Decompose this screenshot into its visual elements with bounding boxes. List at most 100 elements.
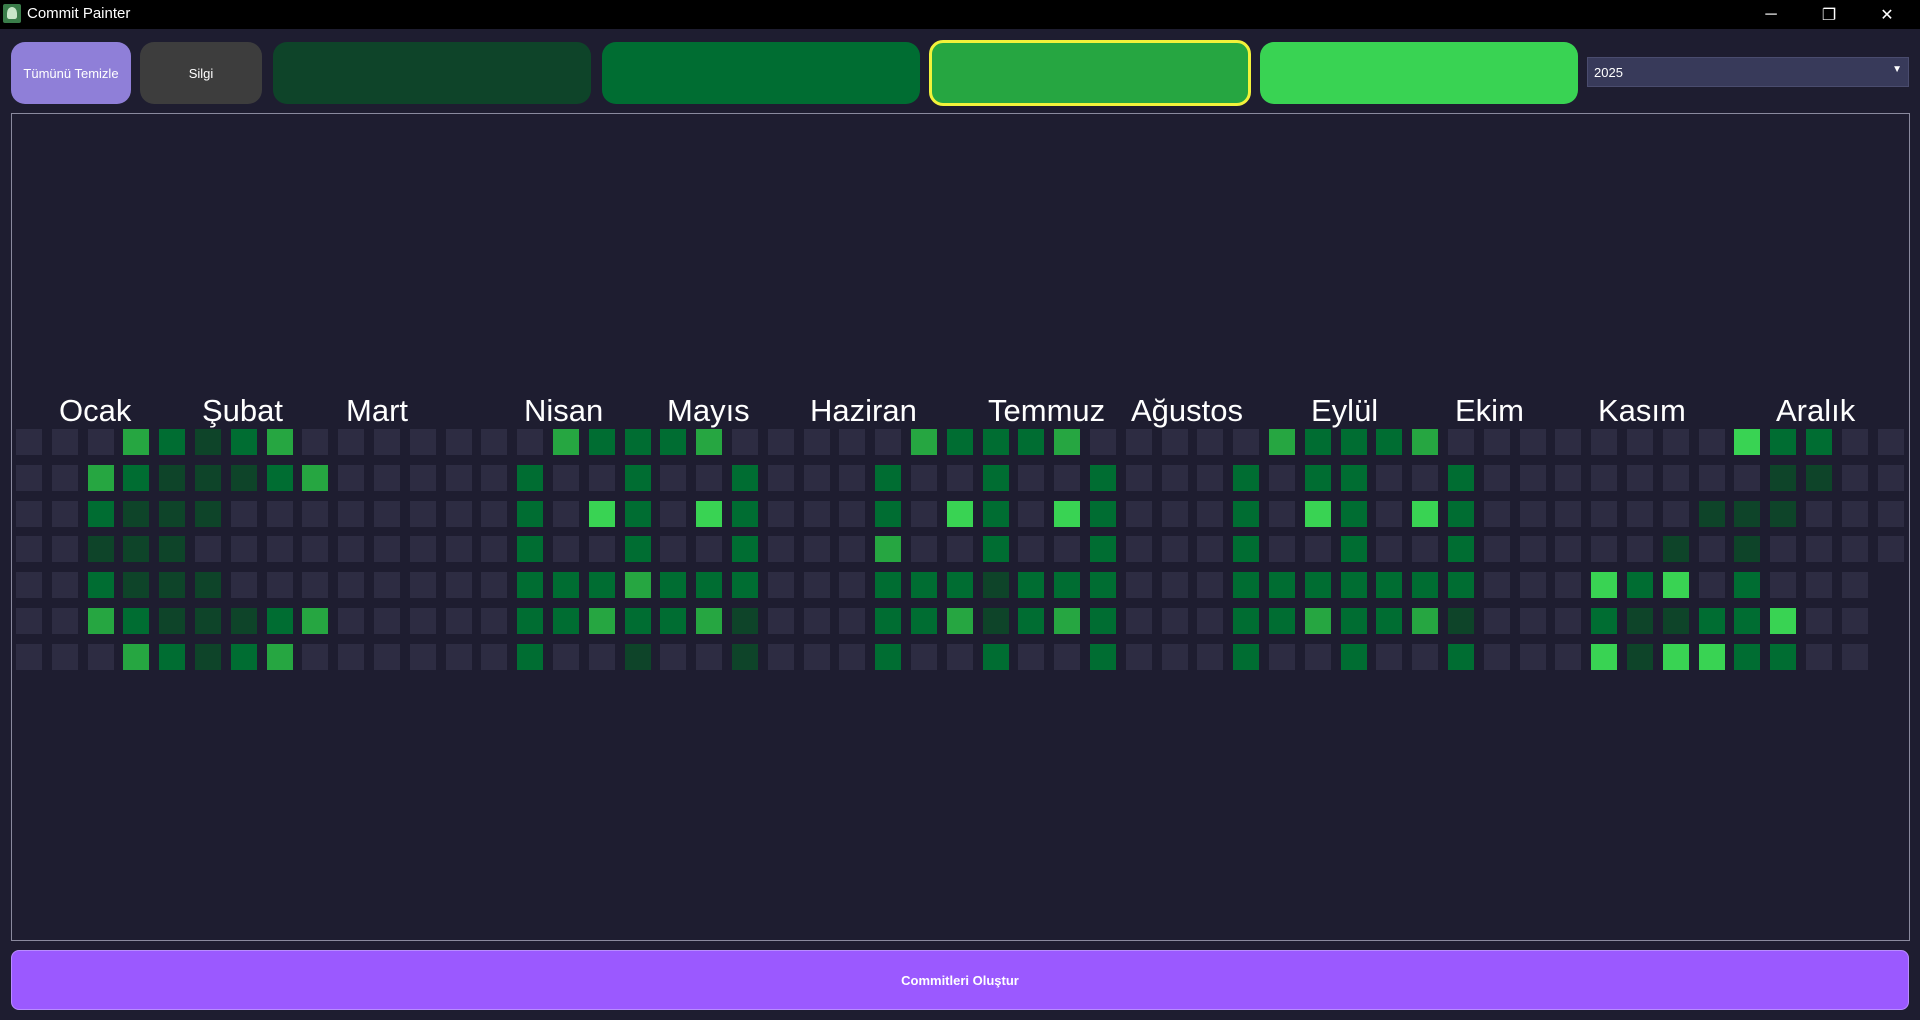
day-cell[interactable] xyxy=(875,572,901,598)
day-cell[interactable] xyxy=(625,465,651,491)
day-cell[interactable] xyxy=(159,429,185,455)
day-cell[interactable] xyxy=(1412,429,1438,455)
day-cell[interactable] xyxy=(1520,572,1546,598)
day-cell[interactable] xyxy=(947,572,973,598)
day-cell[interactable] xyxy=(1412,465,1438,491)
day-cell[interactable] xyxy=(1842,644,1868,670)
day-cell[interactable] xyxy=(302,536,328,562)
day-cell[interactable] xyxy=(1663,608,1689,634)
day-cell[interactable] xyxy=(88,644,114,670)
day-cell[interactable] xyxy=(1448,501,1474,527)
day-cell[interactable] xyxy=(553,501,579,527)
day-cell[interactable] xyxy=(1018,501,1044,527)
day-cell[interactable] xyxy=(159,644,185,670)
day-cell[interactable] xyxy=(1376,501,1402,527)
day-cell[interactable] xyxy=(1269,536,1295,562)
day-cell[interactable] xyxy=(123,608,149,634)
day-cell[interactable] xyxy=(159,536,185,562)
day-cell[interactable] xyxy=(1770,501,1796,527)
day-cell[interactable] xyxy=(660,429,686,455)
day-cell[interactable] xyxy=(1627,429,1653,455)
day-cell[interactable] xyxy=(1448,429,1474,455)
day-cell[interactable] xyxy=(911,608,937,634)
day-cell[interactable] xyxy=(195,644,221,670)
day-cell[interactable] xyxy=(338,608,364,634)
day-cell[interactable] xyxy=(374,644,400,670)
day-cell[interactable] xyxy=(88,572,114,598)
day-cell[interactable] xyxy=(1663,501,1689,527)
day-cell[interactable] xyxy=(16,572,42,598)
day-cell[interactable] xyxy=(1197,501,1223,527)
day-cell[interactable] xyxy=(267,501,293,527)
day-cell[interactable] xyxy=(1412,608,1438,634)
day-cell[interactable] xyxy=(517,608,543,634)
day-cell[interactable] xyxy=(123,465,149,491)
day-cell[interactable] xyxy=(302,572,328,598)
day-cell[interactable] xyxy=(1162,465,1188,491)
day-cell[interactable] xyxy=(696,608,722,634)
day-cell[interactable] xyxy=(1126,465,1152,491)
day-cell[interactable] xyxy=(696,572,722,598)
day-cell[interactable] xyxy=(267,465,293,491)
day-cell[interactable] xyxy=(1197,572,1223,598)
day-cell[interactable] xyxy=(589,608,615,634)
day-cell[interactable] xyxy=(553,572,579,598)
day-cell[interactable] xyxy=(1412,536,1438,562)
day-cell[interactable] xyxy=(517,644,543,670)
day-cell[interactable] xyxy=(911,501,937,527)
day-cell[interactable] xyxy=(1842,501,1868,527)
day-cell[interactable] xyxy=(1627,501,1653,527)
day-cell[interactable] xyxy=(732,501,758,527)
day-cell[interactable] xyxy=(696,429,722,455)
day-cell[interactable] xyxy=(947,501,973,527)
year-select[interactable]: 2025 ▼ xyxy=(1587,57,1909,87)
day-cell[interactable] xyxy=(1484,572,1510,598)
day-cell[interactable] xyxy=(231,465,257,491)
day-cell[interactable] xyxy=(267,572,293,598)
restore-button[interactable]: ❐ xyxy=(1800,0,1858,29)
day-cell[interactable] xyxy=(52,536,78,562)
day-cell[interactable] xyxy=(338,501,364,527)
day-cell[interactable] xyxy=(267,644,293,670)
day-cell[interactable] xyxy=(1341,429,1367,455)
day-cell[interactable] xyxy=(1233,429,1259,455)
day-cell[interactable] xyxy=(553,644,579,670)
day-cell[interactable] xyxy=(589,572,615,598)
day-cell[interactable] xyxy=(1054,465,1080,491)
day-cell[interactable] xyxy=(911,429,937,455)
day-cell[interactable] xyxy=(589,501,615,527)
day-cell[interactable] xyxy=(1197,536,1223,562)
day-cell[interactable] xyxy=(195,536,221,562)
day-cell[interactable] xyxy=(1197,429,1223,455)
day-cell[interactable] xyxy=(159,501,185,527)
day-cell[interactable] xyxy=(195,501,221,527)
day-cell[interactable] xyxy=(231,429,257,455)
day-cell[interactable] xyxy=(1484,501,1510,527)
day-cell[interactable] xyxy=(267,429,293,455)
day-cell[interactable] xyxy=(1305,501,1331,527)
day-cell[interactable] xyxy=(1197,465,1223,491)
day-cell[interactable] xyxy=(947,536,973,562)
day-cell[interactable] xyxy=(1520,536,1546,562)
day-cell[interactable] xyxy=(1090,501,1116,527)
day-cell[interactable] xyxy=(589,536,615,562)
day-cell[interactable] xyxy=(1341,465,1367,491)
day-cell[interactable] xyxy=(1806,465,1832,491)
day-cell[interactable] xyxy=(1520,644,1546,670)
day-cell[interactable] xyxy=(1699,429,1725,455)
day-cell[interactable] xyxy=(374,429,400,455)
day-cell[interactable] xyxy=(875,644,901,670)
day-cell[interactable] xyxy=(267,536,293,562)
day-cell[interactable] xyxy=(1090,608,1116,634)
day-cell[interactable] xyxy=(696,465,722,491)
day-cell[interactable] xyxy=(88,536,114,562)
day-cell[interactable] xyxy=(1448,644,1474,670)
day-cell[interactable] xyxy=(374,572,400,598)
day-cell[interactable] xyxy=(1412,644,1438,670)
day-cell[interactable] xyxy=(446,501,472,527)
day-cell[interactable] xyxy=(123,429,149,455)
generate-commits-button[interactable]: Commitleri Oluştur xyxy=(11,950,1909,1010)
day-cell[interactable] xyxy=(123,572,149,598)
day-cell[interactable] xyxy=(1734,572,1760,598)
day-cell[interactable] xyxy=(1018,465,1044,491)
